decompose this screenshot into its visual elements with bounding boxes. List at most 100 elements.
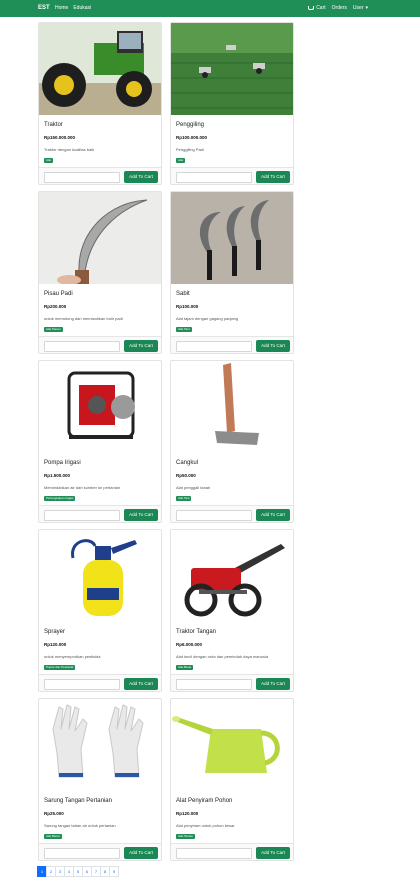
product-description: Alat penyiram untuk pohon besar (176, 823, 235, 828)
product-card: Penggiling Rp100.000.000 Penggiling Padi… (170, 22, 294, 185)
page-link-9[interactable]: 9 (109, 866, 119, 877)
nav-cart-link[interactable]: Cart (308, 5, 326, 11)
product-price: Rp1.500.000 (44, 473, 71, 478)
add-to-cart-button[interactable]: Add To Cart (124, 509, 158, 521)
product-image-penggiling (171, 23, 293, 115)
quantity-input[interactable] (44, 172, 120, 183)
product-description: Penggiling Padi (176, 147, 204, 152)
category-badge: Pupuk dan Pestisida (44, 665, 76, 670)
add-to-cart-button[interactable]: Add To Cart (124, 678, 158, 690)
product-price: Rp50.000 (176, 473, 196, 478)
product-image-traktor-tangan (171, 530, 293, 622)
product-name: Cangkul (176, 460, 199, 466)
product-image-sprayer (39, 530, 161, 622)
quantity-input[interactable] (44, 341, 120, 352)
add-to-cart-button[interactable]: Add To Cart (256, 171, 290, 183)
product-image-alat-penyiram (171, 699, 293, 791)
quantity-input[interactable] (44, 510, 120, 521)
product-image-traktor (39, 23, 161, 115)
nav-edukasi-link[interactable]: Edukasi (73, 5, 91, 11)
product-name: Alat Penyiram Pohon (176, 798, 233, 804)
product-description: Alat tajam dengan gagang panjang (176, 316, 239, 321)
quantity-input[interactable] (176, 172, 252, 183)
product-image-cangkul (171, 361, 293, 453)
product-card: Sabit Rp100.000 Alat tajam dengan gagang… (170, 191, 294, 354)
card-footer: Add To Cart (171, 336, 293, 353)
nav-right: Cart Orders User ▾ (308, 5, 368, 11)
product-card: Cangkul Rp50.000 Alat penggali tanah Ala… (170, 360, 294, 523)
product-name: Sprayer (44, 629, 66, 635)
product-name: Pompa Irigasi (44, 460, 81, 466)
category-badge: Perlengkapan Irigasi (44, 496, 76, 501)
product-card: Traktor Rp150.000.000 Traktor dengan kua… (38, 22, 162, 185)
category-badge: Alat Bantu (44, 834, 62, 839)
add-to-cart-button[interactable]: Add To Cart (256, 340, 290, 352)
card-footer: Add To Cart (171, 505, 293, 522)
product-name: Pisau Padi (44, 291, 73, 297)
add-to-cart-button[interactable]: Add To Cart (124, 171, 158, 183)
product-description: Alat penggali tanah (176, 485, 211, 490)
add-to-cart-button[interactable]: Add To Cart (124, 847, 158, 859)
product-card: Alat Penyiram Pohon Rp120.000 Alat penyi… (170, 698, 294, 861)
add-to-cart-button[interactable]: Add To Cart (256, 678, 290, 690)
product-price: Rp200.000 (44, 304, 67, 309)
category-badge: Alat Taman (176, 834, 195, 839)
product-card: Pompa Irigasi Rp1.500.000 Memindahkan ai… (38, 360, 162, 523)
product-description: Sarung tangan tahan air untuk pertanian (44, 823, 116, 828)
product-name: Sabit (176, 291, 190, 297)
card-footer: Add To Cart (39, 336, 161, 353)
product-card: Pisau Padi Rp200.000 untuk memotong dan … (38, 191, 162, 354)
product-price: Rp120.000 (44, 642, 67, 647)
quantity-input[interactable] (44, 848, 120, 859)
product-description: Memindahkan air dari sumber ke pertanian (44, 485, 121, 490)
card-footer: Add To Cart (171, 843, 293, 860)
product-card: Sarung Tangan Pertanian Rp25.000 Sarung … (38, 698, 162, 861)
card-footer: Add To Cart (39, 505, 161, 522)
product-name: Penggiling (176, 122, 205, 128)
quantity-input[interactable] (44, 679, 120, 690)
category-badge: Alat Taní (176, 327, 192, 332)
nav-user-dropdown[interactable]: User ▾ (353, 5, 368, 11)
quantity-input[interactable] (176, 848, 252, 859)
pagination: 1 2 3 4 5 6 7 8 9 (37, 866, 119, 877)
quantity-input[interactable] (176, 341, 252, 352)
category-badge: Alat Panen (44, 327, 63, 332)
product-price: Rp150.000.000 (44, 135, 76, 140)
nav-user-label: User (352, 5, 364, 11)
navbar: EST Home Edukasi Cart Orders User ▾ (0, 0, 420, 17)
category-badge: Alat (44, 158, 54, 163)
product-name: Traktor (44, 122, 63, 128)
card-footer: Add To Cart (39, 167, 161, 184)
product-description: Traktor dengan kualitas baik (44, 147, 95, 152)
product-description: untuk memotong dan memisahkan bulir padi (44, 316, 123, 321)
category-badge: Alat (176, 158, 186, 163)
product-price: Rp120.000 (176, 811, 199, 816)
product-price: Rp100.000 (176, 304, 199, 309)
product-name: Sarung Tangan Pertanian (44, 798, 112, 804)
card-footer: Add To Cart (39, 843, 161, 860)
add-to-cart-button[interactable]: Add To Cart (256, 509, 290, 521)
quantity-input[interactable] (176, 510, 252, 521)
product-image-pompa-irigasi (39, 361, 161, 453)
product-image-sabit (171, 192, 293, 284)
add-to-cart-button[interactable]: Add To Cart (256, 847, 290, 859)
category-badge: Alat Berat (176, 665, 194, 670)
card-footer: Add To Cart (171, 674, 293, 691)
nav-links: Home Edukasi (55, 5, 91, 11)
nav-orders-link[interactable]: Orders (332, 5, 347, 11)
nav-home-link[interactable]: Home (55, 5, 68, 11)
cart-icon (308, 6, 315, 10)
card-footer: Add To Cart (39, 674, 161, 691)
product-card: Traktor Tangan Rp6.000.000 Alat kecil de… (170, 529, 294, 692)
category-badge: Alat Tani (176, 496, 192, 501)
product-description: Alat kecil dengan roda dan pemindah daya… (176, 654, 269, 659)
product-description: untuk menyemprotkan pestisida (44, 654, 101, 659)
product-image-pisau-padi (39, 192, 161, 284)
product-price: Rp6.000.000 (176, 642, 203, 647)
quantity-input[interactable] (176, 679, 252, 690)
card-footer: Add To Cart (171, 167, 293, 184)
caret-down-icon: ▾ (365, 5, 368, 11)
brand-logo[interactable]: EST (38, 5, 50, 11)
product-image-sarung-tangan (39, 699, 161, 791)
add-to-cart-button[interactable]: Add To Cart (124, 340, 158, 352)
